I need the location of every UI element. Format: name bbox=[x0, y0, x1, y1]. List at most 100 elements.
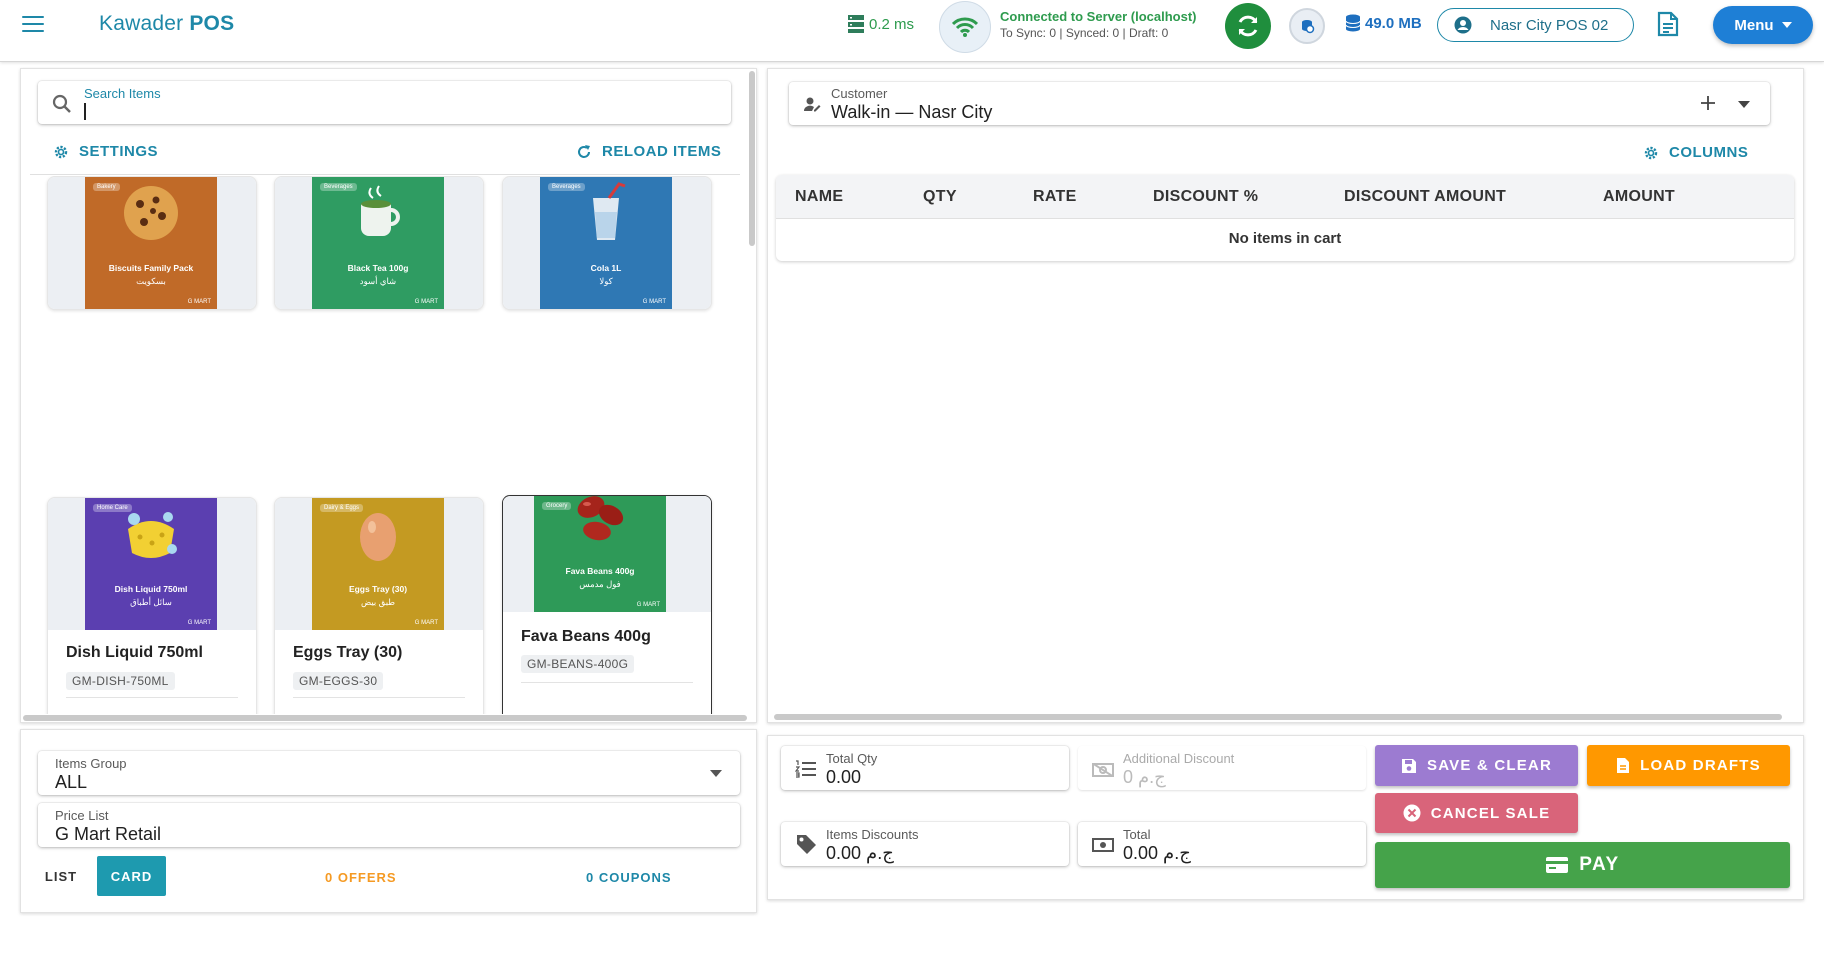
column-header-qty[interactable]: QTY bbox=[923, 188, 957, 206]
item-card[interactable]: Grocery Fava Beans 400g فول مدمس G MART Fava… bbox=[502, 495, 712, 714]
cancel-sale-label: CANCEL SALE bbox=[1430, 804, 1551, 822]
search-icon bbox=[52, 94, 71, 113]
total-qty-label: Total Qty bbox=[826, 751, 878, 766]
item-image-watermark: G MART bbox=[187, 299, 211, 305]
item-image-tag: Home Care bbox=[93, 504, 132, 512]
cache-icon bbox=[1302, 20, 1315, 34]
save-icon bbox=[1402, 758, 1417, 773]
document-icon bbox=[1657, 11, 1679, 37]
item-card[interactable]: BeveragesCola 1LكولاG MARTCola 1LGM-COLA… bbox=[502, 176, 712, 310]
items-discounts-value: ج.م 0.00 bbox=[826, 843, 894, 863]
tag-icon bbox=[797, 835, 816, 854]
item-image: Grocery Fava Beans 400g فول مدمس G MART bbox=[534, 496, 666, 612]
column-header-discount-amount[interactable]: DISCOUNT AMOUNT bbox=[1344, 188, 1506, 206]
wifi-icon bbox=[952, 17, 978, 37]
add-customer-icon[interactable] bbox=[1701, 96, 1715, 110]
column-header-amount[interactable]: AMOUNT bbox=[1603, 188, 1675, 206]
connection-info: Connected to Server (localhost) To Sync:… bbox=[1000, 9, 1196, 41]
card-divider bbox=[293, 697, 465, 698]
item-card[interactable]: Home Care Dish Liquid 750ml سائل أطباق G MA… bbox=[47, 497, 257, 714]
offers-button[interactable]: 0 OFFERS bbox=[325, 870, 397, 885]
wifi-status-button[interactable] bbox=[939, 1, 991, 53]
item-image-watermark: G MART bbox=[187, 620, 211, 626]
gear-icon bbox=[54, 145, 68, 158]
close-circle-icon bbox=[1403, 804, 1421, 822]
pos-profile-button[interactable]: Nasr City POS 02 bbox=[1437, 8, 1634, 42]
item-image-watermark: G MART bbox=[642, 299, 666, 305]
egg-icon bbox=[347, 503, 409, 576]
cancel-sale-button[interactable]: CANCEL SALE bbox=[1375, 793, 1578, 833]
item-image-frame: Grocery Fava Beans 400g فول مدمس G MART bbox=[503, 496, 711, 612]
cup-straw-icon bbox=[575, 182, 637, 255]
reload-items-button[interactable]: RELOAD ITEMS bbox=[576, 143, 721, 160]
filter-panel: Items Group ALL Price List G Mart Retail… bbox=[20, 729, 757, 913]
item-image: Dairy & Eggs Eggs Tray (30) طبق بيض G MART bbox=[312, 498, 444, 630]
card-view-button[interactable]: CARD bbox=[97, 856, 166, 896]
item-image-arabic: شاي أسود bbox=[359, 276, 397, 286]
document-button[interactable] bbox=[1657, 11, 1679, 42]
settings-button[interactable]: SETTINGS bbox=[53, 143, 158, 160]
column-header-rate[interactable]: RATE bbox=[1033, 188, 1077, 206]
item-image-arabic: سائل أطباق bbox=[130, 597, 172, 607]
empty-cart-message: No items in cart bbox=[1228, 230, 1342, 247]
coupons-button[interactable]: 0 COUPONS bbox=[586, 870, 672, 885]
sync-icon bbox=[1238, 15, 1258, 37]
sponge-icon bbox=[120, 503, 182, 576]
clear-cache-button[interactable] bbox=[1289, 8, 1325, 44]
divider bbox=[30, 174, 740, 175]
price-list-field[interactable]: Price List G Mart Retail bbox=[38, 803, 740, 847]
item-card[interactable]: Bakery Biscuits Family Pack بسكويت G MARTBi… bbox=[47, 176, 257, 310]
item-name: Fava Beans 400g bbox=[521, 628, 651, 645]
profile-name: Nasr City POS 02 bbox=[1490, 16, 1609, 34]
ping-value: 0.2 ms bbox=[869, 15, 915, 33]
item-image-tag: Beverages bbox=[548, 183, 585, 191]
gear-icon bbox=[1644, 146, 1658, 159]
item-name: Eggs Tray (30) bbox=[293, 644, 403, 661]
columns-button[interactable]: COLUMNS bbox=[1643, 144, 1748, 161]
items-group-select[interactable]: Items Group ALL bbox=[38, 751, 740, 795]
total-label: Total bbox=[1123, 827, 1151, 842]
column-header-discount-percent[interactable]: DISCOUNT % bbox=[1153, 188, 1258, 206]
hamburger-menu-icon[interactable] bbox=[22, 16, 44, 32]
items-hscrollbar[interactable] bbox=[23, 715, 747, 721]
sync-button[interactable] bbox=[1225, 3, 1271, 49]
item-image-frame: Beverages Black Tea 100g شاي أسود G MART bbox=[275, 177, 483, 309]
menu-label: Menu bbox=[1734, 16, 1774, 34]
load-drafts-button[interactable]: LOAD DRAFTS bbox=[1587, 745, 1790, 786]
customer-select[interactable]: Customer Walk-in — Nasr City bbox=[789, 82, 1770, 125]
item-image-frame: Bakery Biscuits Family Pack بسكويت G MART bbox=[48, 177, 256, 309]
item-image-title: Eggs Tray (30) bbox=[348, 584, 408, 594]
additional-discount-field[interactable]: Additional Discount ج.م 0 bbox=[1078, 746, 1366, 790]
item-image-title: Black Tea 100g bbox=[347, 263, 409, 273]
server-icon bbox=[848, 15, 864, 33]
column-header-name[interactable]: NAME bbox=[795, 188, 843, 206]
item-image-arabic: بسكويت bbox=[136, 276, 166, 286]
item-code: GM-BEANS-400G bbox=[521, 655, 635, 673]
main-menu-button[interactable]: Menu bbox=[1713, 6, 1813, 44]
item-image-arabic: طبق بيض bbox=[360, 597, 396, 607]
card-divider bbox=[66, 697, 238, 698]
tea-cup-icon bbox=[347, 182, 409, 255]
server-ping: 0.2 ms bbox=[847, 14, 914, 34]
item-card[interactable]: Beverages Black Tea 100g شاي أسود G MARTBla… bbox=[274, 176, 484, 310]
items-scrollbar[interactable] bbox=[749, 71, 755, 246]
additional-discount-label: Additional Discount bbox=[1123, 751, 1235, 766]
sync-info: To Sync: 0 | Synced: 0 | Draft: 0 bbox=[1000, 26, 1169, 40]
item-image-tag: Grocery bbox=[542, 502, 572, 510]
reload-label: RELOAD ITEMS bbox=[602, 143, 722, 160]
item-card[interactable]: Dairy & Eggs Eggs Tray (30) طبق بيض G MART E… bbox=[274, 497, 484, 714]
cookie-icon bbox=[120, 182, 182, 255]
item-image-frame: Dairy & Eggs Eggs Tray (30) طبق بيض G MART bbox=[275, 498, 483, 630]
save-clear-button[interactable]: SAVE & CLEAR bbox=[1375, 745, 1578, 786]
list-view-button[interactable]: LIST bbox=[38, 856, 84, 896]
dropdown-arrow-icon[interactable] bbox=[1738, 101, 1750, 108]
brand-prefix: Kawader bbox=[99, 12, 184, 35]
search-items-field[interactable]: Search Items bbox=[38, 81, 731, 124]
item-image-tag: Dairy & Eggs bbox=[320, 504, 364, 512]
pay-button[interactable]: PAY bbox=[1375, 842, 1790, 888]
customer-label: Customer bbox=[831, 86, 888, 101]
brand-suffix: POS bbox=[189, 12, 235, 35]
item-image-title: Cola 1L bbox=[590, 263, 622, 273]
cart-hscrollbar[interactable] bbox=[774, 714, 1782, 720]
additional-discount-value[interactable]: ج.م 0 bbox=[1123, 767, 1166, 788]
